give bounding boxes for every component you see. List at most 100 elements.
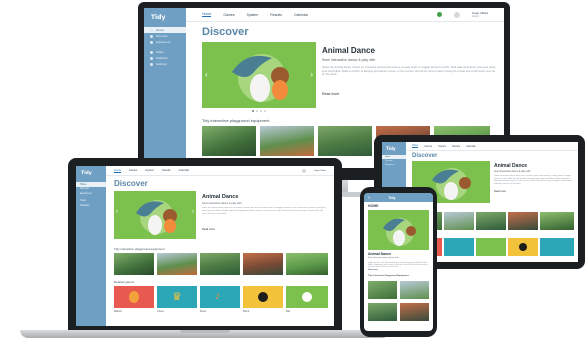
list-icon <box>150 50 153 54</box>
sidebar-item-label: Home <box>385 156 391 158</box>
carousel-prev-icon[interactable]: ‹ <box>116 209 118 215</box>
carousel-dots[interactable] <box>252 110 266 112</box>
nav-item-system[interactable]: System <box>145 169 154 172</box>
sidebar-item-label: Home <box>80 182 87 186</box>
nav-item-system[interactable]: System <box>438 145 446 148</box>
equipment-thumb-2[interactable] <box>260 126 314 156</box>
sidebar-item-equipment[interactable]: Equipment <box>76 191 106 196</box>
nav-item-calendar[interactable]: Calendar <box>179 169 190 172</box>
sidebar-item-label: Equipment <box>80 191 92 195</box>
equipment-thumb-2[interactable] <box>400 281 429 299</box>
sidebar-item-label: Equipment <box>156 40 171 44</box>
game-tile-bomb[interactable] <box>508 238 538 256</box>
equipment-thumb-4[interactable] <box>508 212 538 230</box>
app-logo[interactable]: Tidy <box>388 196 395 200</box>
read-more-link[interactable]: Read more <box>202 228 215 231</box>
sidebar-item-label: Tasks <box>156 50 164 54</box>
page-title: Discover <box>202 26 249 38</box>
hero-description: Strike the animal dance moves on a favor… <box>322 66 496 77</box>
page-title: Discover <box>412 153 438 159</box>
game-tile-chess[interactable]: ♛ <box>157 286 197 308</box>
hero-subtitle: Semi interactive dance & play with <box>368 257 399 259</box>
nav-item-results[interactable]: Results <box>162 169 171 172</box>
nav-item-results[interactable]: Results <box>452 145 460 148</box>
page-title: HOME <box>368 204 379 208</box>
nav-item-games[interactable]: Games <box>424 145 432 148</box>
carousel-next-icon[interactable]: › <box>192 209 194 215</box>
phone-screen: ≡ Tidy HOME Animal Dance Semi interactiv… <box>364 193 433 331</box>
sidebar-item-equipment[interactable]: Equipment <box>382 163 406 167</box>
nav-item-games[interactable]: Games <box>223 13 234 17</box>
game-caption: Balloon <box>114 310 122 313</box>
hero-title: Animal Dance <box>494 163 528 169</box>
carousel-next-icon[interactable]: › <box>310 70 313 79</box>
sidebar-item-settings[interactable]: Settings <box>144 61 186 67</box>
equipment-thumb-1[interactable] <box>202 126 256 156</box>
app-logo[interactable]: Tidy <box>76 166 106 176</box>
game-tile-music[interactable]: ♪ <box>200 286 240 308</box>
hero-title: Animal Dance <box>202 194 239 200</box>
equipment-thumb-3[interactable] <box>200 253 240 275</box>
equipment-thumb-1[interactable] <box>368 281 397 299</box>
chart-icon <box>150 56 153 60</box>
game-caption: Bomb <box>243 310 250 313</box>
menu-icon[interactable]: ≡ <box>368 195 370 200</box>
game-tile-bomb[interactable] <box>243 286 283 308</box>
section-title-games: Related games <box>114 280 135 284</box>
game-caption: Chess <box>157 310 164 313</box>
read-more-link[interactable]: Read more <box>494 190 506 193</box>
nav-item-calendar[interactable]: Calendar <box>294 13 308 17</box>
equipment-thumb-5[interactable] <box>540 212 574 230</box>
nav-item-home[interactable]: Home <box>202 12 212 17</box>
app-logo[interactable]: Tidy <box>144 8 186 21</box>
equipment-thumb-3[interactable] <box>368 303 397 321</box>
nav-item-games[interactable]: Games <box>129 169 137 172</box>
sidebar-item-statistics[interactable]: Statistics <box>76 203 106 208</box>
nav-item-home[interactable]: Home <box>114 169 121 173</box>
equipment-thumb-1[interactable] <box>114 253 154 275</box>
hero-image[interactable] <box>368 210 429 250</box>
equipment-thumb-2[interactable] <box>444 212 474 230</box>
game-tile-balloon[interactable] <box>114 286 154 308</box>
sidebar-item-label: Discover <box>385 160 393 162</box>
game-tile-ball[interactable] <box>540 238 574 256</box>
app-logo[interactable]: Tidy <box>382 142 406 151</box>
equipment-thumb-2[interactable] <box>157 253 197 275</box>
nav-item-calendar[interactable]: Calendar <box>466 145 476 148</box>
equipment-thumb-3[interactable] <box>476 212 506 230</box>
game-tile-music[interactable] <box>476 238 506 256</box>
hero-subtitle: Semi interactive dance & play with <box>202 202 242 205</box>
phone-header: ≡ Tidy <box>364 193 433 202</box>
sidebar-item-equipment[interactable]: Equipment <box>144 39 186 45</box>
hero-image[interactable]: ‹ › <box>202 42 316 108</box>
sidebar-item-label: Statistics <box>156 56 169 60</box>
equipment-thumb-3[interactable] <box>318 126 372 156</box>
bomb-icon <box>519 243 527 251</box>
equipment-thumb-5[interactable] <box>286 253 328 275</box>
game-tile-chess[interactable] <box>444 238 474 256</box>
read-more-link[interactable]: Read more <box>322 92 339 96</box>
animal-illustration <box>232 54 289 102</box>
box-icon <box>150 40 153 44</box>
hero-subtitle: Semi interactive dance & play with <box>494 170 531 173</box>
game-tile-ball[interactable] <box>286 286 328 308</box>
nav-item-results[interactable]: Results <box>270 13 282 17</box>
read-more-link[interactable]: Read more <box>368 269 378 271</box>
section-title-equipment: Tidy interactive playground equipment <box>114 247 165 251</box>
carousel-prev-icon[interactable]: ‹ <box>205 70 208 79</box>
hero-image[interactable]: ‹ › <box>114 191 196 239</box>
nav-item-system[interactable]: System <box>247 13 259 17</box>
hero-subtitle: Semi interactive dance & play with <box>322 58 376 62</box>
user-name: Hugo Villeta <box>314 169 326 172</box>
avatar[interactable] <box>302 168 307 173</box>
hero-title: Animal Dance <box>368 252 392 256</box>
sidebar: Tidy Home Discover Equipment Tasks Stati… <box>76 166 106 326</box>
nav-item-home[interactable]: Home <box>412 144 419 148</box>
avatar[interactable] <box>453 11 460 18</box>
ball-icon <box>302 292 312 302</box>
hero-title: Animal Dance <box>322 46 375 55</box>
equipment-thumb-4[interactable] <box>243 253 283 275</box>
equipment-thumb-4[interactable] <box>400 303 429 321</box>
notification-icon[interactable] <box>436 12 442 17</box>
hero-description: Strike the animal dance moves on a favor… <box>494 175 572 185</box>
